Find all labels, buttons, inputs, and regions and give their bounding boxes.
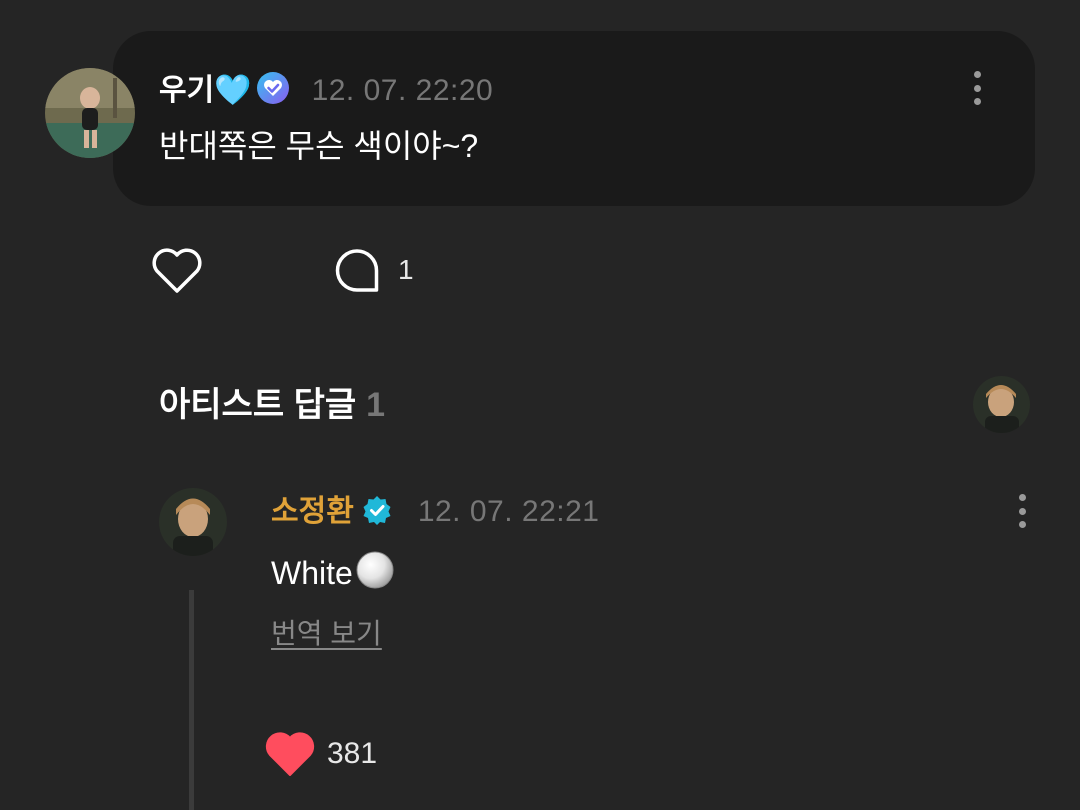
fan-membership-badge-icon bbox=[256, 71, 290, 110]
comment-button[interactable]: 1 bbox=[333, 247, 414, 293]
reply-timestamp: 12. 07. 22:21 bbox=[417, 495, 600, 528]
reply-like-count: 381 bbox=[327, 737, 378, 770]
heart-filled-icon bbox=[265, 732, 315, 776]
post-text: 반대쪽은 무슨 색이야~? bbox=[159, 128, 479, 164]
reply-text: White bbox=[271, 555, 353, 591]
reply-like-button[interactable]: 381 bbox=[265, 730, 377, 778]
artist-replies-heading: 아티스트 답글 1 bbox=[159, 383, 385, 427]
reply-header: 소정환 12. 07. 22:21 bbox=[271, 494, 599, 530]
artist-replies-title: 아티스트 답글 bbox=[159, 386, 357, 424]
verified-badge-icon bbox=[362, 495, 392, 530]
white-circle-emoji bbox=[356, 551, 394, 589]
reply-text-row: White bbox=[271, 550, 395, 593]
artist-avatar[interactable] bbox=[159, 488, 227, 556]
light-blue-heart-emoji: 🩵 bbox=[214, 73, 252, 107]
post-header: 우기 🩵 12. 07. 22:20 bbox=[159, 71, 493, 110]
post-more-icon[interactable] bbox=[967, 68, 987, 108]
artist-filter-avatar[interactable] bbox=[973, 376, 1030, 433]
fan-avatar[interactable] bbox=[45, 68, 135, 158]
fan-username[interactable]: 우기 bbox=[159, 73, 214, 109]
post-timestamp: 12. 07. 22:20 bbox=[311, 73, 494, 107]
post-bubble bbox=[113, 31, 1035, 206]
comment-bubble-icon bbox=[335, 249, 379, 292]
reply-more-icon[interactable] bbox=[1012, 491, 1032, 531]
comment-count: 1 bbox=[398, 254, 414, 285]
heart-outline-icon bbox=[152, 248, 202, 293]
translate-link[interactable]: 번역 보기 bbox=[271, 616, 382, 652]
artist-replies-count: 1 bbox=[366, 386, 386, 424]
like-button[interactable] bbox=[150, 246, 204, 296]
thread-line bbox=[189, 590, 194, 810]
artist-username[interactable]: 소정환 bbox=[271, 494, 354, 530]
